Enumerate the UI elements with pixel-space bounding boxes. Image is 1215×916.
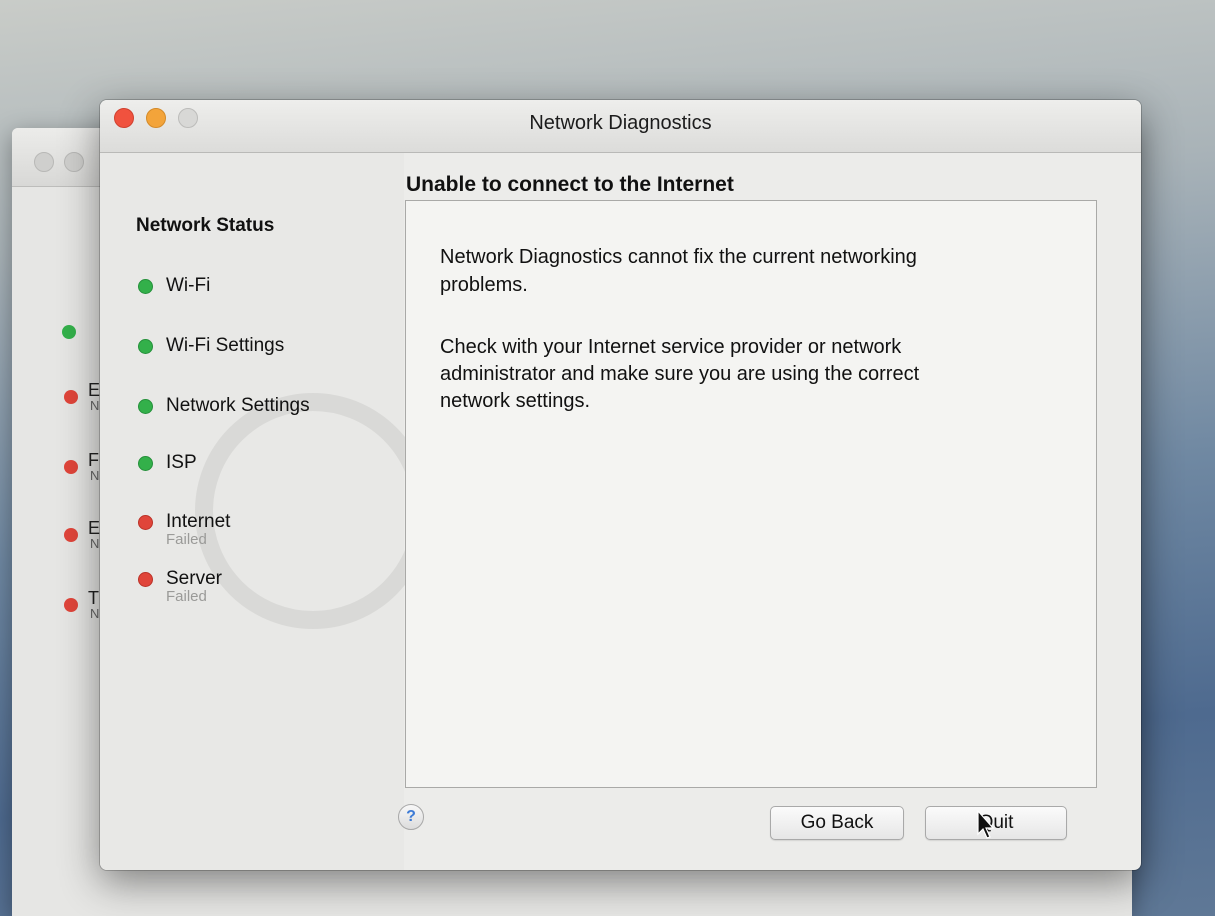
background-row-sub: N [90,536,100,551]
window-title: Network Diagnostics [529,112,712,134]
status-ok-icon [138,279,153,294]
background-status-dot [64,460,78,474]
status-label: Wi-Fi [166,275,211,296]
background-status-dot [62,325,76,339]
network-diagnostics-window: Network Diagnostics Network Status Wi-Fi… [100,100,1141,870]
quit-button[interactable]: Quit [925,806,1067,840]
message-line: Network Diagnostics cannot fix the curre… [440,246,917,268]
status-ok-icon [138,456,153,471]
title-bar[interactable]: Network Diagnostics [100,100,1141,153]
status-label: Wi-Fi Settings [166,335,285,356]
background-row-sub: N [90,468,100,483]
background-minimize-light [64,152,84,172]
status-ok-icon [138,339,153,354]
status-label: Server [166,568,222,589]
status-label: Internet [166,511,231,532]
background-row-sub: N [90,606,100,621]
network-status-sidebar: Network Status Wi-Fi Wi-Fi Settings Netw… [100,153,431,870]
status-label: ISP [166,452,197,473]
content-title: Unable to connect to the Internet [406,173,734,196]
mouse-pointer-icon [977,810,995,839]
status-failed-icon [138,515,153,530]
background-row-sub: N [90,398,100,413]
status-failed-icon [138,572,153,587]
status-detail: Failed [166,531,207,548]
background-close-light [34,152,54,172]
status-ok-icon [138,399,153,414]
message-line: Check with your Internet service provide… [440,336,902,358]
go-back-button[interactable]: Go Back [770,806,904,840]
message-line: problems. [440,274,528,296]
sidebar-title: Network Status [136,215,275,236]
message-panel: Network Diagnostics cannot fix the curre… [405,200,1097,788]
status-label: Network Settings [166,395,310,416]
background-status-dot [64,390,78,404]
status-detail: Failed [166,588,207,605]
help-button[interactable]: ? [398,804,424,830]
message-line: network settings. [440,390,591,412]
background-status-dot [64,598,78,612]
message-line: administrator and make sure you are usin… [440,363,920,385]
background-status-dot [64,528,78,542]
